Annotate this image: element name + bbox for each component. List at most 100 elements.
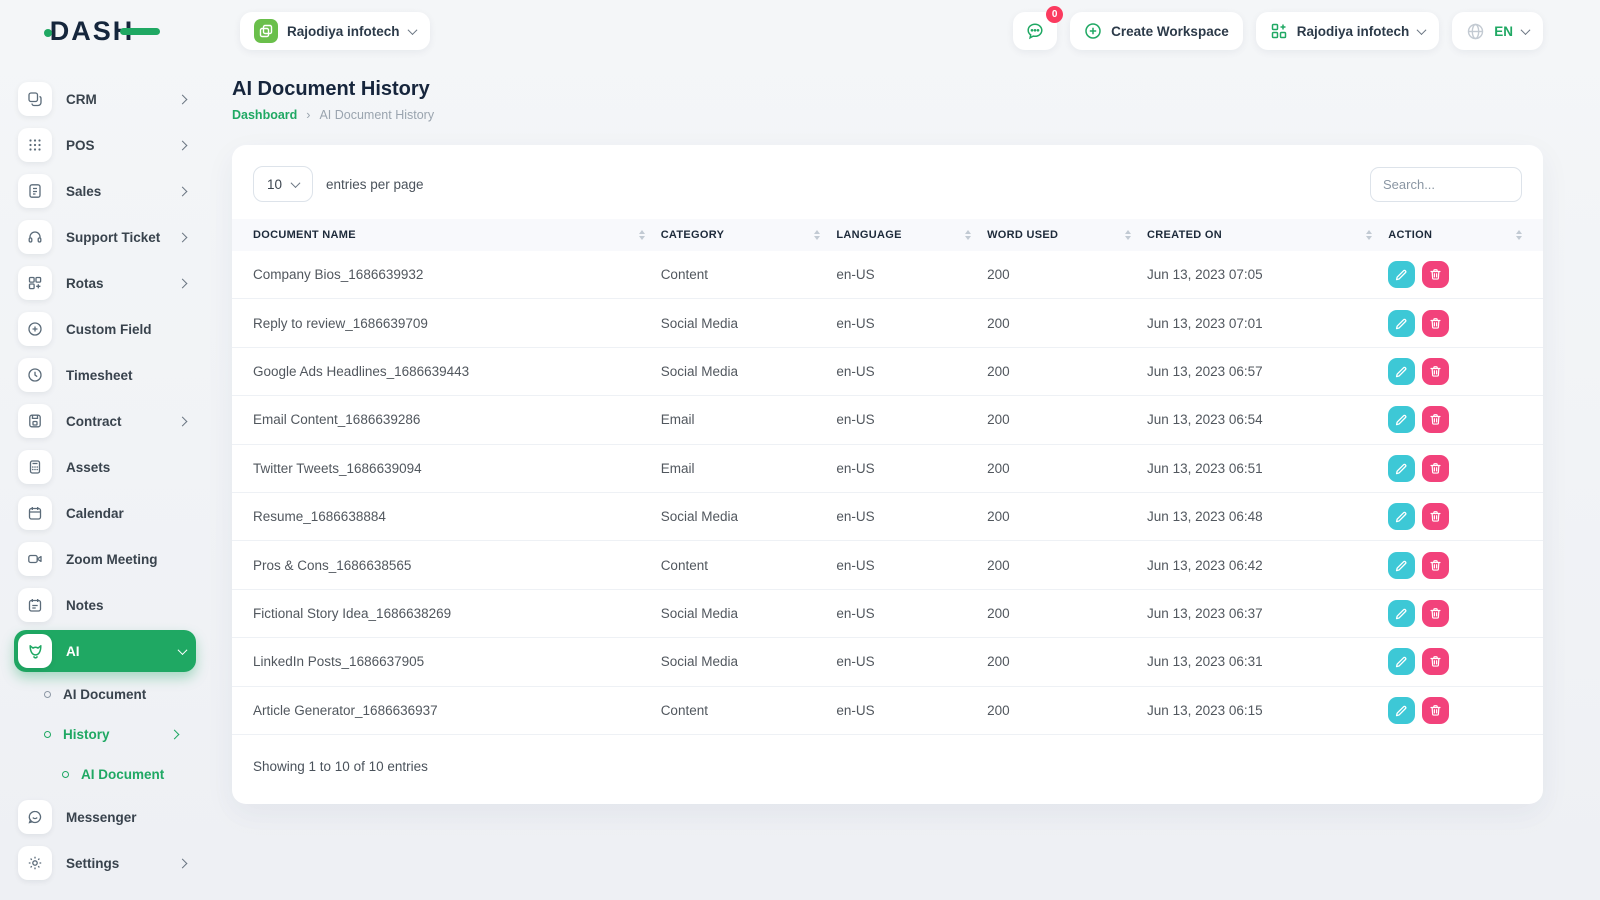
delete-trash-icon [1429,462,1442,475]
cell-language: en-US [836,703,987,718]
delete-button[interactable] [1422,310,1449,337]
delete-trash-icon [1429,655,1442,668]
sort-icon[interactable] [1125,230,1131,240]
sidebar-item-zoom-meeting[interactable]: Zoom Meeting [14,536,196,582]
edit-pencil-icon [1395,704,1408,717]
cell-document-name: LinkedIn Posts_1686637905 [232,654,661,669]
cell-language: en-US [836,654,987,669]
cell-document-name: Google Ads Headlines_1686639443 [232,364,661,379]
delete-button[interactable] [1422,358,1449,385]
custom-field-icon [18,312,52,346]
table-body: Company Bios_1686639932 Content en-US 20… [232,251,1543,735]
sidebar-subitem-label: History [63,727,159,742]
sidebar-item-sales[interactable]: Sales [14,168,196,214]
edit-pencil-icon [1395,510,1408,523]
column-header-language[interactable]: LANGUAGE [836,229,987,241]
column-header-category[interactable]: CATEGORY [661,229,837,241]
edit-pencil-icon [1395,413,1408,426]
chevron-down-icon [1521,25,1531,35]
table-row: Twitter Tweets_1686639094 Email en-US 20… [232,445,1543,493]
delete-button[interactable] [1422,697,1449,724]
cell-document-name: Pros & Cons_1686638565 [232,558,661,573]
sidebar-item-calendar[interactable]: Calendar [14,490,196,536]
pos-icon [18,128,52,162]
cell-document-name: Company Bios_1686639932 [232,267,661,282]
sidebar-item-label: Zoom Meeting [66,552,196,567]
chevron-right-icon [178,278,188,288]
column-header-created-on[interactable]: CREATED ON [1147,229,1388,241]
edit-button[interactable] [1388,552,1415,579]
edit-button[interactable] [1388,261,1415,288]
search-input[interactable] [1370,167,1522,202]
sidebar-subitem-ai-document[interactable]: AI Document [14,674,196,714]
delete-button[interactable] [1422,503,1449,530]
column-header-word-used[interactable]: WORD USED [987,229,1147,241]
sidebar-item-ai[interactable]: AI [14,630,196,672]
delete-trash-icon [1429,607,1442,620]
table-row: Resume_1686638884 Social Media en-US 200… [232,493,1543,541]
edit-button[interactable] [1388,358,1415,385]
chat-icon [1025,21,1045,41]
page-size-select[interactable]: 10 [253,166,313,202]
edit-button[interactable] [1388,648,1415,675]
sidebar-item-settings[interactable]: Settings [14,840,196,886]
column-header-action[interactable]: ACTION [1388,229,1543,241]
sidebar-item-custom-field[interactable]: Custom Field [14,306,196,352]
sidebar-item-timesheet[interactable]: Timesheet [14,352,196,398]
table-controls: 10 entries per page [232,166,1543,202]
language-selector[interactable]: EN [1452,12,1543,50]
page-size-value: 10 [267,177,282,192]
sidebar-item-label: Sales [66,184,165,199]
delete-button[interactable] [1422,455,1449,482]
sidebar-item-assets[interactable]: Assets [14,444,196,490]
delete-button[interactable] [1422,406,1449,433]
cell-action [1388,600,1543,627]
sort-icon[interactable] [639,230,645,240]
edit-button[interactable] [1388,697,1415,724]
workspace-selector[interactable]: Rajodiya infotech [240,12,430,50]
chevron-right-icon [170,729,180,739]
app-logo[interactable]: DASH [50,16,161,47]
cell-category: Social Media [661,316,837,331]
delete-button[interactable] [1422,261,1449,288]
create-workspace-button[interactable]: Create Workspace [1070,12,1243,50]
cell-created-on: Jun 13, 2023 06:54 [1147,412,1388,427]
sidebar-subitem-history-ai-document[interactable]: AI Document [14,754,196,794]
edit-button[interactable] [1388,503,1415,530]
delete-button[interactable] [1422,600,1449,627]
crm-icon [18,82,52,116]
sidebar-item-pos[interactable]: POS [14,122,196,168]
edit-button[interactable] [1388,310,1415,337]
edit-button[interactable] [1388,406,1415,433]
chevron-down-icon [407,25,417,35]
sidebar-item-messenger[interactable]: Messenger [14,794,196,840]
sort-icon[interactable] [965,230,971,240]
chevron-down-icon [291,178,301,188]
edit-button[interactable] [1388,455,1415,482]
sidebar-item-notes[interactable]: Notes [14,582,196,628]
delete-button[interactable] [1422,552,1449,579]
sidebar-item-crm[interactable]: CRM [14,76,196,122]
workspace-menu[interactable]: Rajodiya infotech [1256,12,1440,50]
breadcrumb-dashboard-link[interactable]: Dashboard [232,108,297,122]
cell-created-on: Jun 13, 2023 06:42 [1147,558,1388,573]
edit-pencil-icon [1395,655,1408,668]
edit-button[interactable] [1388,600,1415,627]
chevron-right-icon [178,186,188,196]
sidebar-item-rotas[interactable]: Rotas [14,260,196,306]
delete-button[interactable] [1422,648,1449,675]
sort-icon[interactable] [1366,230,1372,240]
column-header-document-name[interactable]: DOCUMENT NAME [232,229,661,241]
sidebar-item-label: Notes [66,598,196,613]
edit-pencil-icon [1395,559,1408,572]
sidebar-subitem-history[interactable]: History [14,714,196,754]
sidebar-item-contract[interactable]: Contract [14,398,196,444]
globe-icon [1466,22,1485,41]
sort-icon[interactable] [1516,230,1522,240]
workspace-menu-label: Rajodiya infotech [1297,24,1410,39]
messages-button[interactable]: 0 [1013,12,1057,50]
cell-word-used: 200 [987,316,1147,331]
sort-icon[interactable] [814,230,820,240]
sidebar-item-support-ticket[interactable]: Support Ticket [14,214,196,260]
top-header: DASH Rajodiya infotech 0 Create Workspac… [0,0,1600,62]
